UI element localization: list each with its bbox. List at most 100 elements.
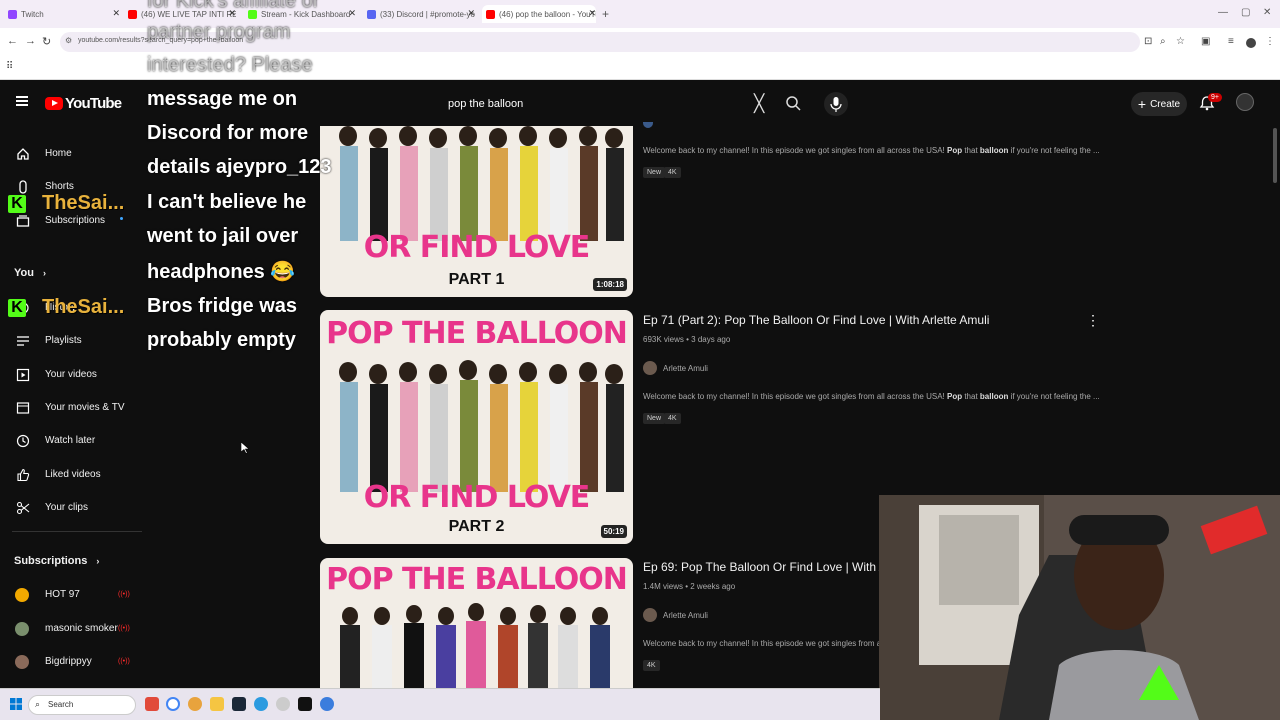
chat-line: Bros fridge was	[147, 295, 298, 317]
sidebar-item-movies[interactable]: Your movies & TV	[0, 394, 140, 422]
sidebar-item-label: Shorts	[45, 181, 74, 192]
account-avatar[interactable]	[1236, 93, 1254, 111]
minimize-icon[interactable]: —	[1218, 7, 1228, 18]
scrollbar-thumb[interactable]	[1273, 128, 1277, 183]
search-box[interactable]: ╳	[438, 92, 778, 116]
reload-icon[interactable]: ↻	[42, 35, 51, 48]
window-close-icon[interactable]: ✕	[1263, 7, 1271, 18]
video-description: Welcome back to my channel! In this epis…	[643, 146, 1100, 155]
kick-username: TheSai...	[42, 192, 125, 214]
maximize-icon[interactable]: ▢	[1241, 7, 1250, 18]
video-title[interactable]: Ep 71 (Part 2): Pop The Balloon Or Find …	[643, 313, 989, 327]
obs-app-icon[interactable]	[298, 697, 312, 711]
plus-icon: +	[1137, 96, 1147, 112]
thumbnail-part: PART 2	[448, 518, 505, 535]
new-badge: New	[643, 167, 666, 178]
tab-discord[interactable]: (33) Discord | #promote-your... ✕	[367, 5, 475, 23]
4k-badge: 4K	[664, 167, 681, 178]
description-highlight: balloon	[979, 392, 1009, 401]
video-thumbnail[interactable]: POP THE BALLOON	[320, 558, 633, 688]
bookmark-star-icon[interactable]: ☆	[1176, 36, 1185, 47]
youtube-logo[interactable]: YouTube	[45, 95, 122, 112]
home-icon	[17, 148, 29, 160]
windows-start-icon[interactable]	[10, 698, 22, 710]
menu-icon[interactable]	[16, 96, 28, 106]
video-duration: 1:08:18	[593, 278, 627, 291]
chat-line: details ajeypro_123	[147, 156, 332, 178]
description-highlight: Pop	[947, 146, 963, 155]
microphone-icon[interactable]	[824, 92, 848, 116]
new-tab-button[interactable]: +	[602, 5, 614, 23]
subscriptions-section-header[interactable]: Subscriptions ›	[14, 555, 99, 567]
browser-menu-icon[interactable]: ⋮	[1265, 36, 1275, 47]
close-tab-icon[interactable]: ✕	[467, 8, 475, 19]
subscription-item-bigdrippyy[interactable]: Bigdrippyy ((•))	[0, 648, 140, 676]
sidebar-item-liked-videos[interactable]: Liked videos	[0, 461, 140, 489]
clock-icon	[16, 434, 30, 448]
site-info-icon[interactable]: ⚙	[65, 36, 72, 45]
close-tab-icon[interactable]: ✕	[112, 8, 120, 19]
channel-avatar	[15, 588, 29, 602]
sidebar-item-label: Home	[45, 148, 72, 159]
tab-label: (46) pop the balloon - YouTube	[499, 9, 596, 19]
subscription-item-masonic-smoker[interactable]: masonic smoker ((•))	[0, 615, 140, 643]
chrome-app-icon[interactable]	[166, 697, 180, 711]
create-label: Create	[1150, 98, 1181, 110]
file-explorer-icon[interactable]	[210, 697, 224, 711]
chat-line: I can't believe he	[147, 191, 307, 213]
channel-avatar[interactable]	[643, 122, 653, 128]
firefox-app-icon[interactable]	[188, 697, 202, 711]
description-text: that	[962, 392, 980, 401]
4k-badge: 4K	[664, 413, 681, 424]
channel-avatar[interactable]	[643, 608, 657, 622]
chrome-canary-icon[interactable]	[320, 697, 334, 711]
apps-grid-icon[interactable]: ⠿	[6, 61, 13, 72]
subscription-item-hot97[interactable]: HOT 97 ((•))	[0, 581, 140, 609]
profile-avatar[interactable]	[1246, 38, 1256, 48]
more-options-icon[interactable]: ⋮	[1086, 312, 1100, 329]
opera-app-icon[interactable]	[145, 697, 159, 711]
sidebar-item-home[interactable]: Home	[0, 140, 140, 168]
chevron-right-icon: ›	[43, 268, 47, 278]
tab-label: Twitch	[21, 9, 44, 19]
sidebar-item-your-videos[interactable]: Your videos	[0, 361, 140, 389]
chat-line: partner program	[147, 21, 291, 43]
streamer-webcam	[879, 495, 1280, 720]
sidebar-item-playlists[interactable]: Playlists	[0, 327, 140, 355]
sidebar-item-your-clips[interactable]: Your clips	[0, 494, 140, 522]
extensions-icon[interactable]: ≡	[1228, 36, 1234, 47]
install-app-icon[interactable]: ⊡	[1144, 36, 1152, 47]
sidebar-item-label: Subscriptions	[45, 215, 106, 226]
tab-youtube-search[interactable]: (46) pop the balloon - YouTube ✕	[482, 5, 596, 23]
back-arrow-icon[interactable]: ←	[7, 35, 18, 47]
clear-search-icon[interactable]: ╳	[754, 94, 764, 114]
description-text: Welcome back to my channel! In this epis…	[643, 146, 947, 155]
video-meta: 1.4M views • 2 weeks ago	[643, 582, 736, 591]
zoom-icon[interactable]: ⌕	[1160, 36, 1166, 47]
sidepanel-icon[interactable]: ▣	[1201, 36, 1210, 47]
channel-avatar[interactable]	[643, 361, 657, 375]
description-text: if you're not feeling the ...	[1008, 146, 1100, 155]
sidebar-divider	[12, 531, 142, 532]
channel-avatar	[15, 655, 29, 669]
app-icon[interactable]	[276, 697, 290, 711]
close-tab-icon[interactable]: ✕	[588, 8, 596, 19]
search-input[interactable]	[438, 92, 778, 116]
search-icon: ⌕	[35, 699, 41, 709]
create-button[interactable]: + Create	[1131, 92, 1187, 116]
you-section-header[interactable]: You ›	[14, 267, 46, 279]
subscriptions-header-label: Subscriptions	[14, 555, 88, 567]
tab-twitch[interactable]: Twitch ✕	[8, 5, 120, 23]
video-title[interactable]: Ep 69: Pop The Balloon Or Find Love | Wi…	[643, 560, 903, 574]
channel-name[interactable]: Arlette Amuli	[663, 611, 708, 620]
channel-name[interactable]: Arlette Amuli	[663, 364, 708, 373]
sidebar-item-label: Liked videos	[45, 469, 101, 480]
kick-logo-icon: K	[8, 194, 26, 213]
sidebar-item-label: Your movies & TV	[45, 402, 125, 413]
steam-app-icon[interactable]	[232, 697, 246, 711]
taskbar-search[interactable]: ⌕ Search	[28, 695, 136, 715]
forward-arrow-icon[interactable]: →	[25, 35, 36, 47]
edge-app-icon[interactable]	[254, 697, 268, 711]
search-icon[interactable]	[784, 92, 802, 116]
sidebar-item-watch-later[interactable]: Watch later	[0, 427, 140, 455]
